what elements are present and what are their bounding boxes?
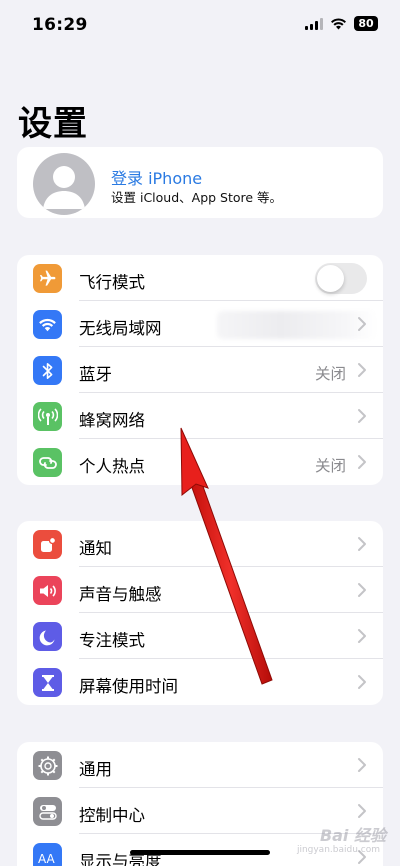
row-label: 无线局域网	[79, 319, 162, 338]
row-cellular[interactable]: 蜂窝网络	[17, 393, 383, 439]
chevron-right-icon	[358, 409, 366, 423]
notification-icon	[33, 530, 62, 559]
row-label: 蓝牙	[79, 365, 112, 384]
connectivity-group: 飞行模式 无线局域网 蓝牙 关闭 蜂窝网络 个人热点 关闭	[17, 255, 383, 485]
chevron-right-icon	[358, 675, 366, 689]
wifi-icon	[331, 18, 346, 30]
row-general[interactable]: 通用	[17, 742, 383, 788]
moon-icon	[33, 622, 62, 651]
row-label: 控制中心	[79, 806, 145, 825]
gear-icon	[33, 751, 62, 780]
row-label: 飞行模式	[79, 273, 145, 292]
row-label: 声音与触感	[79, 585, 162, 604]
profile-title: 登录 iPhone	[111, 169, 203, 188]
chevron-right-icon	[358, 758, 366, 772]
row-label: 蜂窝网络	[79, 411, 145, 430]
chevron-right-icon	[358, 363, 366, 377]
signal-icon	[305, 17, 323, 30]
chevron-right-icon	[358, 317, 366, 331]
watermark-url: jingyan.baidu.com	[296, 845, 380, 855]
row-label: 屏幕使用时间	[79, 677, 178, 696]
airplane-mode-toggle[interactable]	[315, 263, 367, 294]
profile-subtitle: 设置 iCloud、App Store 等。	[111, 190, 283, 205]
profile-card[interactable]: 登录 iPhone 设置 iCloud、App Store 等。	[17, 147, 383, 218]
display-icon: AA	[33, 843, 62, 866]
blurred-network-name	[217, 311, 377, 339]
chevron-right-icon	[358, 537, 366, 551]
battery-icon: 80	[354, 16, 378, 31]
row-sounds-haptics[interactable]: 声音与触感	[17, 567, 383, 613]
row-value: 关闭	[314, 457, 346, 475]
wifi-icon	[33, 310, 62, 339]
home-indicator[interactable]	[130, 850, 270, 855]
sound-icon	[33, 576, 62, 605]
avatar	[33, 153, 95, 215]
row-personal-hotspot[interactable]: 个人热点 关闭	[17, 439, 383, 485]
row-label: 通用	[79, 760, 112, 779]
hourglass-icon	[33, 668, 62, 697]
row-notifications[interactable]: 通知	[17, 521, 383, 567]
bluetooth-icon	[33, 356, 62, 385]
chevron-right-icon	[358, 455, 366, 469]
toggles-icon	[33, 797, 62, 826]
row-wifi[interactable]: 无线局域网	[17, 301, 383, 347]
row-screen-time[interactable]: 屏幕使用时间	[17, 659, 383, 705]
toggle-knob	[317, 265, 344, 292]
cellular-icon	[33, 402, 62, 431]
row-airplane-mode[interactable]: 飞行模式	[17, 255, 383, 301]
row-focus[interactable]: 专注模式	[17, 613, 383, 659]
status-bar: 16:29 80	[0, 0, 400, 52]
chevron-right-icon	[358, 629, 366, 643]
airplane-icon	[33, 264, 62, 293]
row-value: 关闭	[314, 365, 346, 383]
person-icon	[43, 166, 85, 209]
watermark-logo: Bai 经验	[319, 826, 386, 845]
hotspot-icon	[33, 448, 62, 477]
status-time: 16:29	[32, 15, 88, 35]
page-title: 设置	[18, 104, 88, 144]
row-label: 通知	[79, 539, 112, 558]
chevron-right-icon	[358, 804, 366, 818]
chevron-right-icon	[358, 583, 366, 597]
svg-text:AA: AA	[38, 852, 56, 865]
row-label: 个人热点	[79, 457, 145, 476]
status-icons: 80	[305, 16, 378, 31]
row-bluetooth[interactable]: 蓝牙 关闭	[17, 347, 383, 393]
row-label: 专注模式	[79, 631, 145, 650]
notifications-group: 通知 声音与触感 专注模式 屏幕使用时间	[17, 521, 383, 705]
